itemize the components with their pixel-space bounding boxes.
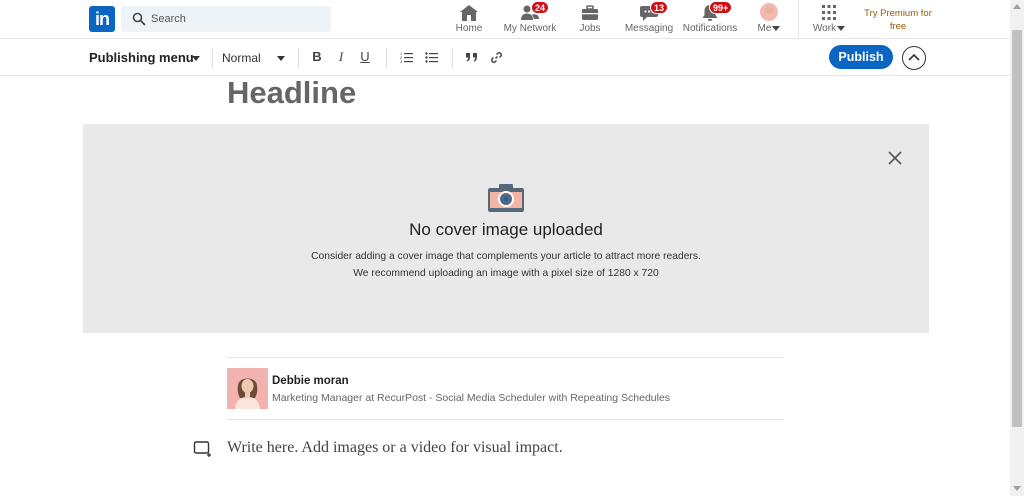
article-body-input[interactable]: Write here. Add images or a video for vi… xyxy=(227,439,563,457)
notifications-badge: 99+ xyxy=(709,1,733,14)
nav-jobs[interactable]: Jobs xyxy=(570,3,610,36)
home-icon xyxy=(460,5,478,21)
quote-icon[interactable] xyxy=(465,52,479,62)
article-editor-page: in Home 24 My Network xyxy=(0,0,1024,496)
nav-me-label: Me xyxy=(752,23,786,34)
scroll-down-arrow[interactable] xyxy=(1013,486,1021,491)
author-title: Marketing Manager at RecurPost - Social … xyxy=(272,392,671,404)
author-avatar xyxy=(227,368,268,409)
divider xyxy=(227,419,784,420)
try-premium-link[interactable]: Try Premium for free xyxy=(858,7,938,33)
author-photo-image xyxy=(227,368,268,409)
nav-divider xyxy=(798,0,799,39)
premium-line-1: Try Premium for xyxy=(864,8,932,19)
cover-description: Consider adding a cover image that compl… xyxy=(83,248,929,282)
chevron-down-icon[interactable] xyxy=(277,56,285,61)
nav-jobs-label: Jobs xyxy=(579,23,601,34)
nav-home[interactable]: Home xyxy=(449,3,489,36)
chevron-down-icon[interactable] xyxy=(192,56,200,61)
svg-text:3: 3 xyxy=(400,59,403,63)
bold-button[interactable]: B xyxy=(309,48,325,66)
scroll-up-arrow[interactable] xyxy=(1013,4,1021,9)
cover-image-area[interactable]: No cover image uploaded Consider adding … xyxy=(83,124,929,333)
nav-notifications-label: Notifications xyxy=(682,23,738,34)
editor-toolbar: Publishing menu Normal B I U 1 2 3 Publi… xyxy=(0,39,1010,76)
nav-notifications[interactable]: 99+ Notifications xyxy=(682,1,738,36)
avatar xyxy=(760,3,778,21)
cover-description-line-2: We recommend uploading an image with a p… xyxy=(353,268,659,279)
messaging-badge: 13 xyxy=(650,1,669,14)
linkedin-logo[interactable]: in xyxy=(89,6,115,32)
toolbar-divider xyxy=(452,48,453,68)
headline-input[interactable]: Headline xyxy=(227,75,356,111)
publish-button[interactable]: Publish xyxy=(829,45,893,69)
search-box[interactable] xyxy=(121,6,331,32)
nav-work[interactable]: Work xyxy=(810,3,848,36)
divider xyxy=(227,357,784,358)
nav-home-label: Home xyxy=(455,23,483,34)
nav-work-label: Work xyxy=(810,23,848,34)
toolbar-divider xyxy=(298,48,299,68)
nav-messaging-label: Messaging xyxy=(624,23,674,34)
publishing-menu-button[interactable]: Publishing menu xyxy=(89,50,194,65)
toolbar-divider xyxy=(212,48,213,68)
premium-line-2: free xyxy=(889,21,907,32)
cover-description-line-1: Consider adding a cover image that compl… xyxy=(311,251,701,262)
global-nav: in Home 24 My Network xyxy=(0,0,1010,39)
text-style-select[interactable]: Normal xyxy=(222,51,261,65)
chevron-down-icon xyxy=(772,25,781,31)
numbered-list-icon[interactable]: 1 2 3 xyxy=(400,51,414,63)
chevron-down-icon xyxy=(837,25,846,31)
page-scrollbar[interactable] xyxy=(1010,0,1024,496)
chevron-up-icon xyxy=(908,53,920,61)
cover-title: No cover image uploaded xyxy=(409,220,603,239)
bulleted-list-icon[interactable] xyxy=(425,51,439,63)
add-media-icon[interactable] xyxy=(193,440,213,458)
nav-my-network[interactable]: 24 My Network xyxy=(500,1,560,36)
briefcase-icon xyxy=(582,5,598,20)
author-name: Debbie moran xyxy=(272,375,349,387)
link-icon[interactable] xyxy=(490,51,503,64)
nav-messaging[interactable]: 13 Messaging xyxy=(624,1,674,36)
nav-me[interactable]: Me xyxy=(752,3,786,36)
grid-icon xyxy=(822,5,836,20)
search-icon xyxy=(132,12,146,26)
scroll-thumb[interactable] xyxy=(1012,30,1022,427)
close-icon[interactable] xyxy=(887,150,903,166)
toolbar-divider xyxy=(386,48,387,68)
underline-button[interactable]: U xyxy=(357,48,373,66)
italic-button[interactable]: I xyxy=(333,48,349,66)
camera-icon xyxy=(488,184,524,212)
network-badge: 24 xyxy=(531,1,550,14)
nav-my-network-label: My Network xyxy=(503,23,557,34)
collapse-toolbar-button[interactable] xyxy=(902,46,926,70)
search-input[interactable] xyxy=(151,10,321,28)
